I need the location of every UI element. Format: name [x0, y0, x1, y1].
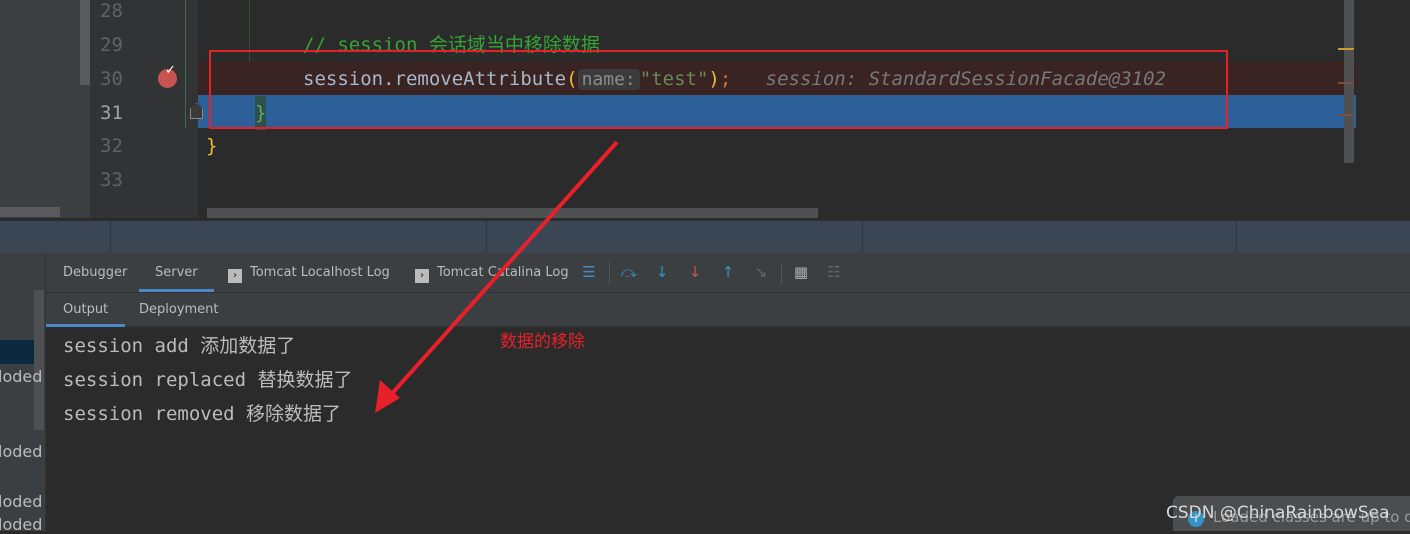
annotation-arrow	[375, 140, 619, 413]
watermark: CSDN @ChinaRainbowSea	[1166, 503, 1390, 523]
arrow-shaft	[386, 140, 619, 400]
arrow-head	[375, 380, 400, 413]
